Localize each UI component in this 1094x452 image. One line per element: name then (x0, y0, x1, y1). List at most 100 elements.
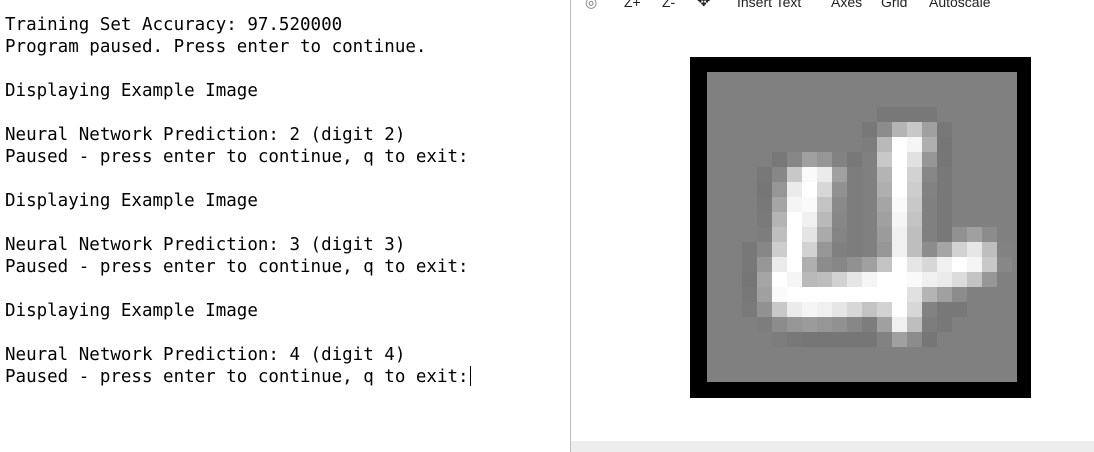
image-pixel (952, 332, 967, 347)
image-pixel (802, 92, 817, 107)
image-pixel (982, 152, 997, 167)
image-pixel (847, 332, 862, 347)
image-pixel (982, 77, 997, 92)
image-pixel (787, 92, 802, 107)
image-pixel (742, 212, 757, 227)
image-pixel (937, 347, 952, 362)
rotate-icon[interactable]: ◎ (585, 0, 597, 12)
image-pixel (907, 212, 922, 227)
image-pixel (847, 272, 862, 287)
image-pixel (937, 272, 952, 287)
image-pixel (742, 182, 757, 197)
image-pixel (922, 197, 937, 212)
image-pixel (817, 332, 832, 347)
image-pixel (712, 212, 727, 227)
image-pixel (832, 152, 847, 167)
image-pixel (727, 242, 742, 257)
image-pixel (817, 77, 832, 92)
image-pixel (727, 182, 742, 197)
image-pixel (817, 362, 832, 377)
image-pixel (772, 272, 787, 287)
image-pixel (727, 302, 742, 317)
image-pixel (787, 272, 802, 287)
image-pixel (772, 302, 787, 317)
image-pixel (997, 272, 1012, 287)
image-pixel (817, 302, 832, 317)
image-pixel (727, 107, 742, 122)
image-pixel (982, 182, 997, 197)
image-pixel (772, 362, 787, 377)
image-pixel (727, 167, 742, 182)
image-pixel (832, 197, 847, 212)
text-cursor (469, 366, 471, 386)
image-pixel (712, 227, 727, 242)
image-pixel (892, 317, 907, 332)
grid-button[interactable]: Grid (881, 0, 907, 12)
image-pixel (982, 242, 997, 257)
image-pixel (952, 197, 967, 212)
image-pixel (982, 92, 997, 107)
image-pixel (757, 122, 772, 137)
image-pixel (907, 107, 922, 122)
image-pixel (847, 92, 862, 107)
image-pixel (712, 332, 727, 347)
image-pixel (862, 302, 877, 317)
image-pixel (952, 137, 967, 152)
image-pixel (967, 212, 982, 227)
image-pixel (922, 122, 937, 137)
image-pixel (712, 77, 727, 92)
image-pixel (757, 212, 772, 227)
image-pixel (802, 362, 817, 377)
image-pixel (907, 167, 922, 182)
image-pixel (952, 212, 967, 227)
image-pixel (997, 362, 1012, 377)
image-pixel (712, 107, 727, 122)
image-pixel (727, 347, 742, 362)
image-pixel (937, 197, 952, 212)
image-pixel (967, 107, 982, 122)
image-pixel (892, 362, 907, 377)
image-pixel (892, 227, 907, 242)
image-pixel (937, 167, 952, 182)
image-pixel (772, 77, 787, 92)
image-pixel (892, 242, 907, 257)
image-pixel (772, 317, 787, 332)
image-pixel (877, 272, 892, 287)
image-pixel (877, 227, 892, 242)
image-pixel (742, 257, 757, 272)
image-pixel (802, 77, 817, 92)
axes-button[interactable]: Axes (831, 0, 862, 12)
zoom-out-button[interactable]: Z- (662, 0, 675, 12)
terminal-line: Displaying Example Image (5, 191, 258, 211)
terminal-output[interactable]: Training Set Accuracy: 97.520000 Program … (0, 0, 570, 452)
image-pixel (832, 302, 847, 317)
image-pixel (892, 167, 907, 182)
image-pixel (982, 212, 997, 227)
image-pixel (817, 167, 832, 182)
autoscale-button[interactable]: Autoscale (929, 0, 990, 12)
image-pixel (712, 167, 727, 182)
pan-icon[interactable]: ✥ (697, 0, 710, 12)
image-pixel (772, 212, 787, 227)
image-pixel (982, 257, 997, 272)
image-pixel (982, 167, 997, 182)
image-pixel (817, 152, 832, 167)
image-pixel (742, 122, 757, 137)
image-pixel (937, 92, 952, 107)
image-pixel (907, 287, 922, 302)
image-pixel (817, 257, 832, 272)
image-pixel (877, 152, 892, 167)
image-pixel (907, 227, 922, 242)
image-pixel (907, 347, 922, 362)
image-pixel (757, 227, 772, 242)
image-pixel (832, 107, 847, 122)
insert-text-button[interactable]: Insert Text (737, 0, 801, 12)
image-pixel (997, 287, 1012, 302)
image-pixel (727, 197, 742, 212)
image-pixel (832, 347, 847, 362)
zoom-in-button[interactable]: Z+ (624, 0, 641, 12)
image-pixel (712, 152, 727, 167)
image-pixel (937, 227, 952, 242)
image-pixel (787, 257, 802, 272)
image-pixel (742, 332, 757, 347)
